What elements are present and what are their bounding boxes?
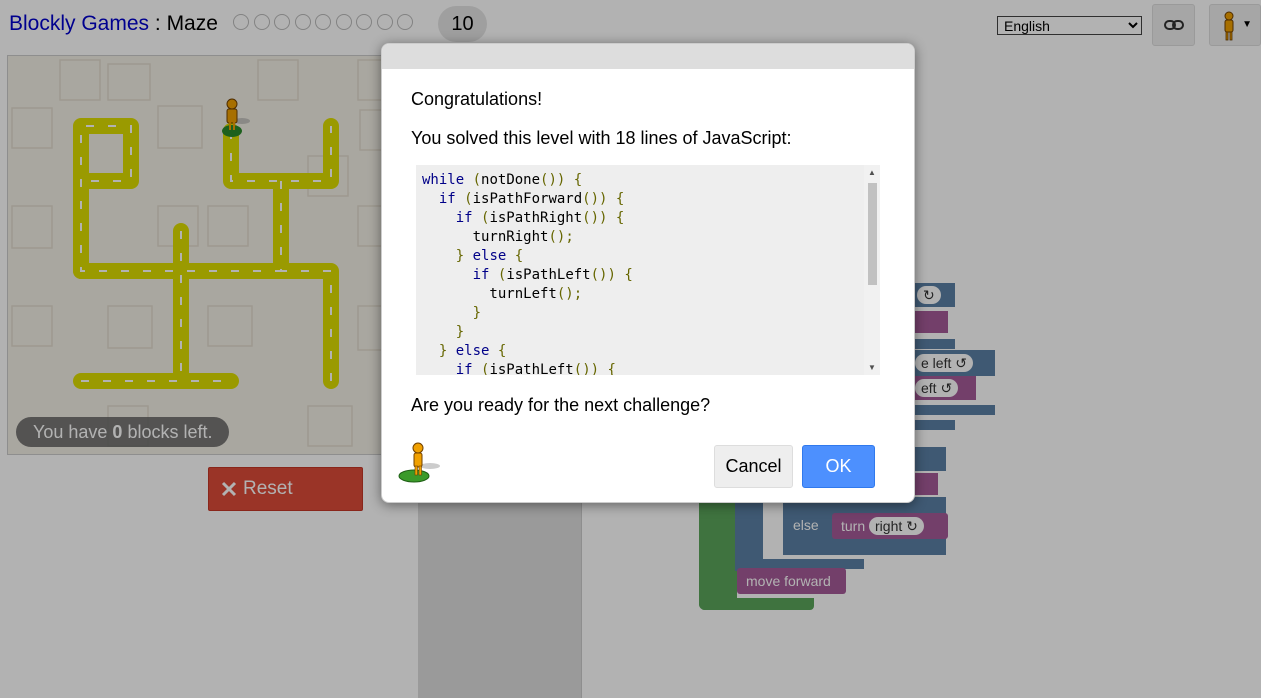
code-line-5: } else { <box>455 248 524 264</box>
code-listing: while (notDone()) { if (isPathForward())… <box>416 165 880 375</box>
code-line-3: if (isPathRight()) { <box>455 210 625 226</box>
cancel-button[interactable]: Cancel <box>714 445 793 488</box>
dialog-titlebar[interactable] <box>382 44 914 69</box>
pegman-icon <box>398 442 440 483</box>
solved-text: You solved this level with 18 lines of J… <box>411 128 792 149</box>
code-line-2: if (isPathForward()) { <box>438 191 625 207</box>
code-line-8: } <box>472 305 482 321</box>
code-line-7: turnLeft(); <box>422 286 583 302</box>
solved-suffix: lines of JavaScript: <box>635 128 792 148</box>
next-challenge-text: Are you ready for the next challenge? <box>411 395 711 415</box>
solved-prefix: You solved this level with <box>411 128 616 148</box>
code-scrollbar[interactable]: ▲ ▼ <box>864 165 880 375</box>
code-line-1: while (notDone()) { <box>422 172 583 188</box>
javascript-code-box[interactable]: while (notDone()) { if (isPathForward())… <box>416 165 880 375</box>
scroll-thumb[interactable] <box>868 183 877 285</box>
level-complete-dialog: Congratulations! You solved this level w… <box>381 43 915 503</box>
code-line-10: } else { <box>438 343 507 359</box>
scroll-up-icon[interactable]: ▲ <box>868 168 876 177</box>
lines-count: 18 <box>615 128 636 148</box>
code-line-4: turnRight(); <box>422 229 574 245</box>
code-line-6: if (isPathLeft()) { <box>472 267 633 283</box>
congrats-text: Congratulations! <box>411 89 543 109</box>
ok-button[interactable]: OK <box>802 445 875 488</box>
code-line-9: } <box>455 324 465 340</box>
scroll-down-icon[interactable]: ▼ <box>868 363 876 372</box>
code-line-11: if (isPathLeft()) { <box>455 362 616 375</box>
